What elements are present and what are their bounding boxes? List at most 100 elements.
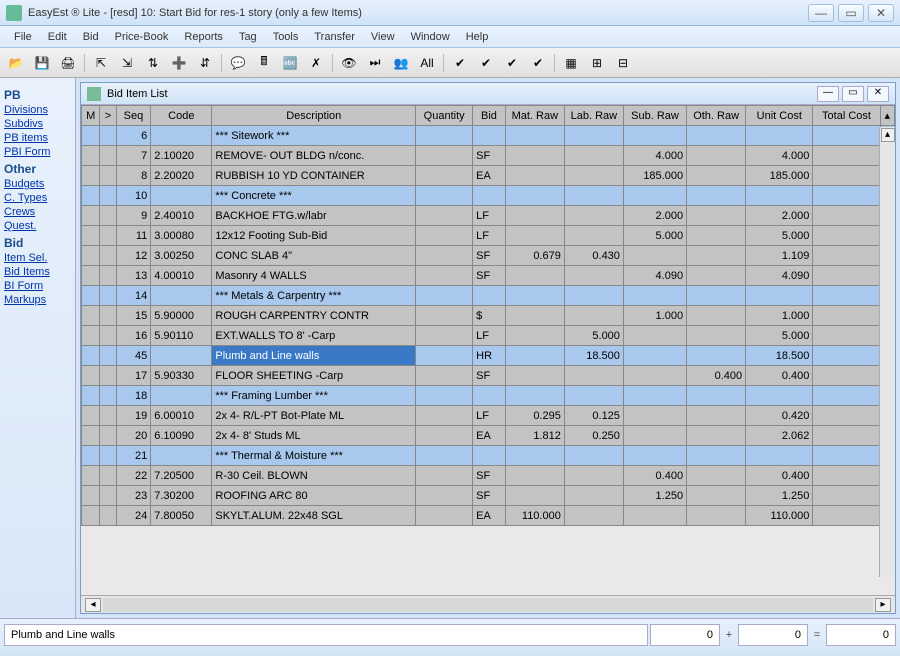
cell[interactable] bbox=[687, 226, 746, 246]
cell[interactable]: SF bbox=[473, 486, 506, 506]
cell[interactable]: EA bbox=[473, 426, 506, 446]
cell[interactable]: 4.000 bbox=[746, 146, 813, 166]
cell[interactable]: 2x 4- 8' Studs ML bbox=[212, 426, 416, 446]
cell[interactable] bbox=[505, 286, 564, 306]
cell[interactable]: 2.40010 bbox=[151, 206, 212, 226]
sidebar-link-bid-3[interactable]: Markups bbox=[4, 294, 71, 306]
cell[interactable]: 1.250 bbox=[623, 486, 686, 506]
cell[interactable] bbox=[687, 346, 746, 366]
cell[interactable] bbox=[623, 286, 686, 306]
cell[interactable] bbox=[82, 146, 100, 166]
cell[interactable] bbox=[564, 206, 623, 226]
table-row[interactable]: 92.40010BACKHOE FTG.w/labrLF2.0002.000 bbox=[82, 206, 895, 226]
cell[interactable] bbox=[623, 126, 686, 146]
cell[interactable] bbox=[623, 246, 686, 266]
cell[interactable]: 18 bbox=[116, 386, 151, 406]
toolbar-button-1[interactable]: 💾 bbox=[32, 53, 52, 73]
cell[interactable]: 20 bbox=[116, 426, 151, 446]
menu-tag[interactable]: Tag bbox=[231, 29, 265, 45]
cell[interactable]: 6.10090 bbox=[151, 426, 212, 446]
column-header[interactable]: Quantity bbox=[416, 106, 473, 126]
sidebar-link-other-3[interactable]: Quest. bbox=[4, 220, 71, 232]
cell[interactable] bbox=[151, 446, 212, 466]
cell[interactable]: 14 bbox=[116, 286, 151, 306]
cell[interactable]: 0.420 bbox=[746, 406, 813, 426]
table-row[interactable]: 123.00250CONC SLAB 4"SF0.6790.4301.109 bbox=[82, 246, 895, 266]
cell[interactable] bbox=[505, 146, 564, 166]
cell[interactable] bbox=[687, 146, 746, 166]
sidebar-link-pb-3[interactable]: PBI Form bbox=[4, 146, 71, 158]
cell[interactable] bbox=[505, 306, 564, 326]
cell[interactable] bbox=[564, 146, 623, 166]
cell[interactable] bbox=[100, 346, 116, 366]
column-header[interactable]: Sub. Raw bbox=[623, 106, 686, 126]
sidebar-link-pb-2[interactable]: PB items bbox=[4, 132, 71, 144]
cell[interactable]: 0.400 bbox=[746, 366, 813, 386]
toolbar-button-23[interactable]: ✔ bbox=[528, 53, 548, 73]
cell[interactable] bbox=[151, 286, 212, 306]
cell[interactable]: 6 bbox=[116, 126, 151, 146]
cell[interactable] bbox=[813, 166, 880, 186]
cell[interactable]: 45 bbox=[116, 346, 151, 366]
cell[interactable] bbox=[505, 326, 564, 346]
table-row[interactable]: 175.90330FLOOR SHEETING -CarpSF0.4000.40… bbox=[82, 366, 895, 386]
cell[interactable]: FLOOR SHEETING -Carp bbox=[212, 366, 416, 386]
cell[interactable] bbox=[100, 386, 116, 406]
cell[interactable]: Plumb and Line walls bbox=[212, 346, 416, 366]
vertical-scrollbar[interactable]: ▴ bbox=[879, 127, 895, 577]
sidebar-link-other-1[interactable]: C. Types bbox=[4, 192, 71, 204]
table-row[interactable]: 196.000102x 4- R/L-PT Bot-Plate MLLF0.29… bbox=[82, 406, 895, 426]
toolbar-button-25[interactable]: ▦ bbox=[561, 53, 581, 73]
cell[interactable] bbox=[416, 346, 473, 366]
cell[interactable]: 18.500 bbox=[746, 346, 813, 366]
table-row[interactable]: 45Plumb and Line wallsHR18.50018.500 bbox=[82, 346, 895, 366]
subwin-maximize-button[interactable]: ▭ bbox=[842, 86, 864, 102]
table-row[interactable]: 134.00010Masonry 4 WALLSSF4.0904.090 bbox=[82, 266, 895, 286]
cell[interactable] bbox=[623, 506, 686, 526]
cell[interactable]: LF bbox=[473, 226, 506, 246]
cell[interactable] bbox=[151, 126, 212, 146]
cell[interactable] bbox=[564, 186, 623, 206]
scrollbar-track[interactable] bbox=[103, 598, 873, 612]
toolbar-button-5[interactable]: ⇲ bbox=[117, 53, 137, 73]
scroll-indicator[interactable]: ▴ bbox=[880, 106, 894, 126]
cell[interactable] bbox=[100, 146, 116, 166]
cell[interactable] bbox=[82, 286, 100, 306]
cell[interactable] bbox=[82, 386, 100, 406]
cell[interactable] bbox=[623, 386, 686, 406]
cell[interactable] bbox=[813, 226, 880, 246]
cell[interactable] bbox=[564, 286, 623, 306]
cell[interactable]: EA bbox=[473, 166, 506, 186]
toolbar-button-2[interactable]: 🖨 bbox=[58, 53, 78, 73]
cell[interactable] bbox=[416, 406, 473, 426]
toolbar-button-26[interactable]: ⊞ bbox=[587, 53, 607, 73]
cell[interactable] bbox=[100, 486, 116, 506]
cell[interactable] bbox=[416, 166, 473, 186]
cell[interactable]: 10 bbox=[116, 186, 151, 206]
cell[interactable]: LF bbox=[473, 326, 506, 346]
cell[interactable]: 3.00080 bbox=[151, 226, 212, 246]
cell[interactable]: 1.109 bbox=[746, 246, 813, 266]
cell[interactable] bbox=[100, 266, 116, 286]
sidebar-link-pb-1[interactable]: Subdivs bbox=[4, 118, 71, 130]
cell[interactable] bbox=[416, 326, 473, 346]
cell[interactable]: REMOVE- OUT BLDG n/conc. bbox=[212, 146, 416, 166]
cell[interactable] bbox=[416, 466, 473, 486]
cell[interactable]: 5.000 bbox=[746, 226, 813, 246]
cell[interactable] bbox=[687, 126, 746, 146]
toolbar-button-13[interactable]: ✗ bbox=[306, 53, 326, 73]
cell[interactable]: 0.430 bbox=[564, 246, 623, 266]
column-header[interactable]: M bbox=[82, 106, 100, 126]
cell[interactable]: 0.679 bbox=[505, 246, 564, 266]
cell[interactable] bbox=[505, 386, 564, 406]
cell[interactable]: 5.90330 bbox=[151, 366, 212, 386]
cell[interactable]: 7.80050 bbox=[151, 506, 212, 526]
toolbar-button-11[interactable]: 🖩 bbox=[254, 53, 274, 73]
cell[interactable] bbox=[505, 206, 564, 226]
cell[interactable] bbox=[82, 306, 100, 326]
cell[interactable] bbox=[100, 426, 116, 446]
cell[interactable] bbox=[473, 126, 506, 146]
cell[interactable] bbox=[416, 306, 473, 326]
table-row[interactable]: 72.10020REMOVE- OUT BLDG n/conc.SF4.0004… bbox=[82, 146, 895, 166]
menu-tools[interactable]: Tools bbox=[265, 29, 307, 45]
